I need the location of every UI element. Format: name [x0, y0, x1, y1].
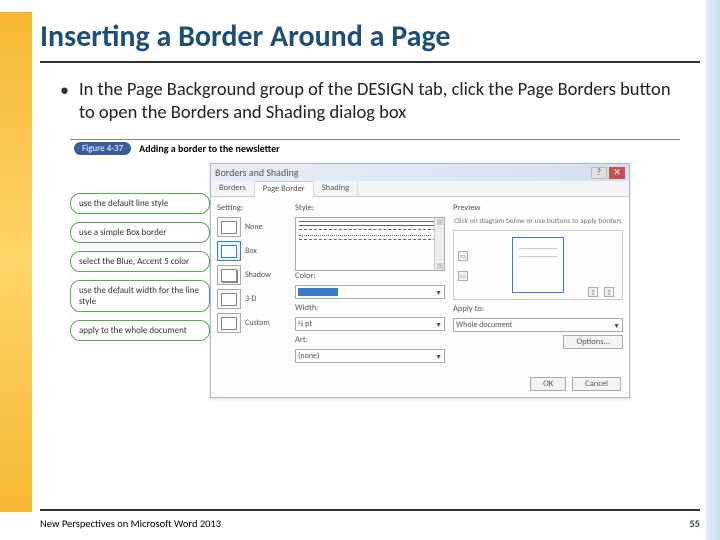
- close-icon[interactable]: ✕: [609, 167, 625, 179]
- apply-label: Apply to:: [453, 304, 623, 314]
- footer-left: New Perspectives on Microsoft Word 2013: [40, 517, 221, 530]
- chevron-down-icon: ▼: [435, 352, 442, 361]
- options-button[interactable]: Options...: [563, 335, 623, 349]
- style-label: Style:: [295, 203, 445, 213]
- setting-none[interactable]: [217, 217, 241, 237]
- bullet-dot: •: [60, 79, 69, 123]
- setting-shadow-label: Shadow: [245, 270, 271, 280]
- callout-width: use the default width for the line style: [70, 280, 210, 312]
- art-dropdown[interactable]: (none) ▼: [295, 349, 445, 363]
- width-label: Width:: [295, 303, 445, 313]
- style-scrollbar[interactable]: [434, 218, 444, 270]
- preview-edge-right[interactable]: ▯: [604, 287, 614, 297]
- setting-shadow[interactable]: [217, 265, 241, 285]
- callout-apply: apply to the whole document: [70, 320, 210, 341]
- setting-box-option[interactable]: [217, 241, 241, 261]
- width-value: ½ pt: [298, 319, 312, 329]
- preview-label: Preview: [453, 203, 623, 213]
- color-dropdown[interactable]: ▼: [295, 285, 445, 299]
- art-value: (none): [298, 351, 319, 361]
- ok-button[interactable]: OK: [530, 377, 566, 391]
- bullet-text: In the Page Background group of the DESI…: [79, 77, 680, 123]
- dialog-tabs: Borders Page Border Shading: [211, 181, 629, 197]
- art-label: Art:: [295, 335, 445, 345]
- setting-custom-label: Custom: [245, 318, 270, 328]
- tab-borders[interactable]: Borders: [211, 181, 255, 196]
- dialog-titlebar: Borders and Shading ? ✕: [211, 164, 629, 181]
- callout-box-border: use a simple Box border: [70, 222, 210, 243]
- callout-color: select the Blue, Accent 5 color: [70, 251, 210, 272]
- setting-none-label: None: [245, 222, 263, 232]
- setting-3d[interactable]: [217, 289, 241, 309]
- preview-edge-bottom[interactable]: ▭: [458, 271, 468, 281]
- tab-shading[interactable]: Shading: [314, 181, 358, 196]
- borders-shading-dialog: Borders and Shading ? ✕ Borders Page Bor…: [210, 163, 630, 398]
- bullet-item: • In the Page Background group of the DE…: [60, 77, 680, 123]
- cancel-button[interactable]: Cancel: [572, 377, 621, 391]
- help-icon[interactable]: ?: [591, 167, 607, 179]
- tab-page-border[interactable]: Page Border: [255, 181, 314, 197]
- figure-block: Figure 4-37 Adding a border to the newsl…: [70, 139, 680, 398]
- apply-to-dropdown[interactable]: Whole document ▼: [453, 318, 623, 332]
- slide-title: Inserting a Border Around a Page: [40, 0, 700, 63]
- setting-3d-label: 3-D: [245, 294, 256, 304]
- chevron-down-icon: ▼: [435, 288, 442, 297]
- color-label: Color:: [295, 271, 445, 281]
- page-number: 55: [689, 517, 700, 530]
- preview-edge-left[interactable]: ▯: [588, 287, 598, 297]
- figure-number: Figure 4-37: [74, 142, 131, 155]
- setting-label: Setting:: [217, 203, 287, 213]
- preview-page: [512, 237, 564, 293]
- slide-footer: New Perspectives on Microsoft Word 2013 …: [40, 509, 700, 530]
- setting-box-label: Box: [245, 246, 257, 256]
- figure-caption-bar: Figure 4-37 Adding a border to the newsl…: [70, 139, 680, 157]
- width-dropdown[interactable]: ½ pt ▼: [295, 317, 445, 331]
- color-swatch: [298, 288, 338, 296]
- preview-hint: Click on diagram below or use buttons to…: [453, 217, 623, 226]
- setting-custom[interactable]: [217, 313, 241, 333]
- apply-value: Whole document: [456, 320, 512, 330]
- dialog-title-text: Borders and Shading: [215, 166, 299, 179]
- chevron-down-icon: ▼: [613, 321, 620, 330]
- preview-edge-top[interactable]: ▭: [458, 251, 468, 261]
- accent-bar: [0, 12, 32, 512]
- preview-diagram: ▭ ▭ ▯ ▯: [453, 230, 623, 300]
- chevron-down-icon: ▼: [435, 320, 442, 329]
- figure-caption: Adding a border to the newsletter: [139, 142, 280, 155]
- callout-line-style: use the default line style: [70, 193, 210, 214]
- style-list[interactable]: [295, 217, 445, 271]
